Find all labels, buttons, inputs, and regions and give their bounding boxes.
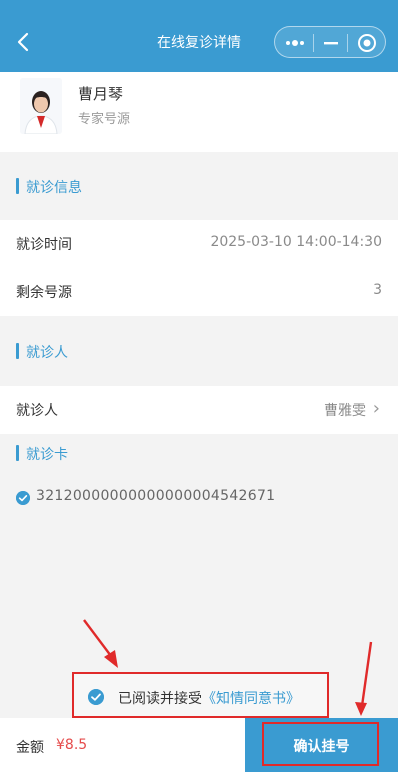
consent-link[interactable]: 《知情同意书》 (202, 691, 300, 707)
consent-prefix: 已阅读并接受 (118, 691, 202, 707)
check-circle-icon[interactable] (16, 491, 30, 505)
doctor-avatar (20, 78, 62, 134)
patient-value: 曹雅雯 (324, 403, 366, 419)
minimize-icon[interactable] (319, 31, 343, 55)
remaining-row: 剩余号源 3 (0, 268, 398, 316)
amount-value: ¥8.5 (56, 737, 88, 753)
consent-text: 已阅读并接受《知情同意书》 (118, 688, 300, 708)
section-marker (16, 445, 19, 461)
remaining-label: 剩余号源 (16, 285, 72, 301)
capsule-divider (313, 34, 314, 52)
section-title: 就诊人 (26, 345, 68, 361)
section-visit-info: 就诊信息 (0, 166, 398, 206)
section-patient: 就诊人 (0, 331, 398, 371)
visit-time-label: 就诊时间 (16, 237, 72, 253)
doctor-type: 专家号源 (78, 112, 131, 127)
arrow-to-confirm (355, 641, 373, 716)
amount-label: 金额 (16, 740, 44, 756)
section-marker (16, 343, 19, 359)
check-circle-icon[interactable] (88, 689, 104, 705)
visit-time-value: 2025-03-10 14:00-14:30 (210, 234, 382, 250)
section-card: 就诊卡 (0, 433, 398, 473)
section-title: 就诊卡 (26, 447, 68, 463)
card-item[interactable]: 32120000000000000004542671 (0, 476, 398, 520)
doctor-name: 曹月琴 (78, 85, 124, 103)
chevron-right-icon: › (372, 398, 380, 419)
more-icon[interactable] (283, 31, 307, 55)
section-marker (16, 178, 19, 194)
visit-time-row: 就诊时间 2025-03-10 14:00-14:30 (0, 220, 398, 268)
consent-row[interactable]: 已阅读并接受《知情同意书》 (72, 672, 329, 718)
remaining-value: 3 (373, 282, 382, 298)
close-target-icon[interactable] (355, 31, 379, 55)
patient-row[interactable]: 就诊人 曹雅雯 › (0, 386, 398, 434)
confirm-highlight (262, 722, 379, 766)
doctor-card: 曹月琴 专家号源 (0, 72, 398, 152)
capsule-menu (274, 26, 386, 58)
arrow-to-consent (83, 619, 118, 668)
capsule-divider (347, 34, 348, 52)
section-title: 就诊信息 (26, 180, 82, 196)
patient-label: 就诊人 (16, 403, 58, 419)
card-number: 32120000000000000004542671 (36, 488, 276, 504)
